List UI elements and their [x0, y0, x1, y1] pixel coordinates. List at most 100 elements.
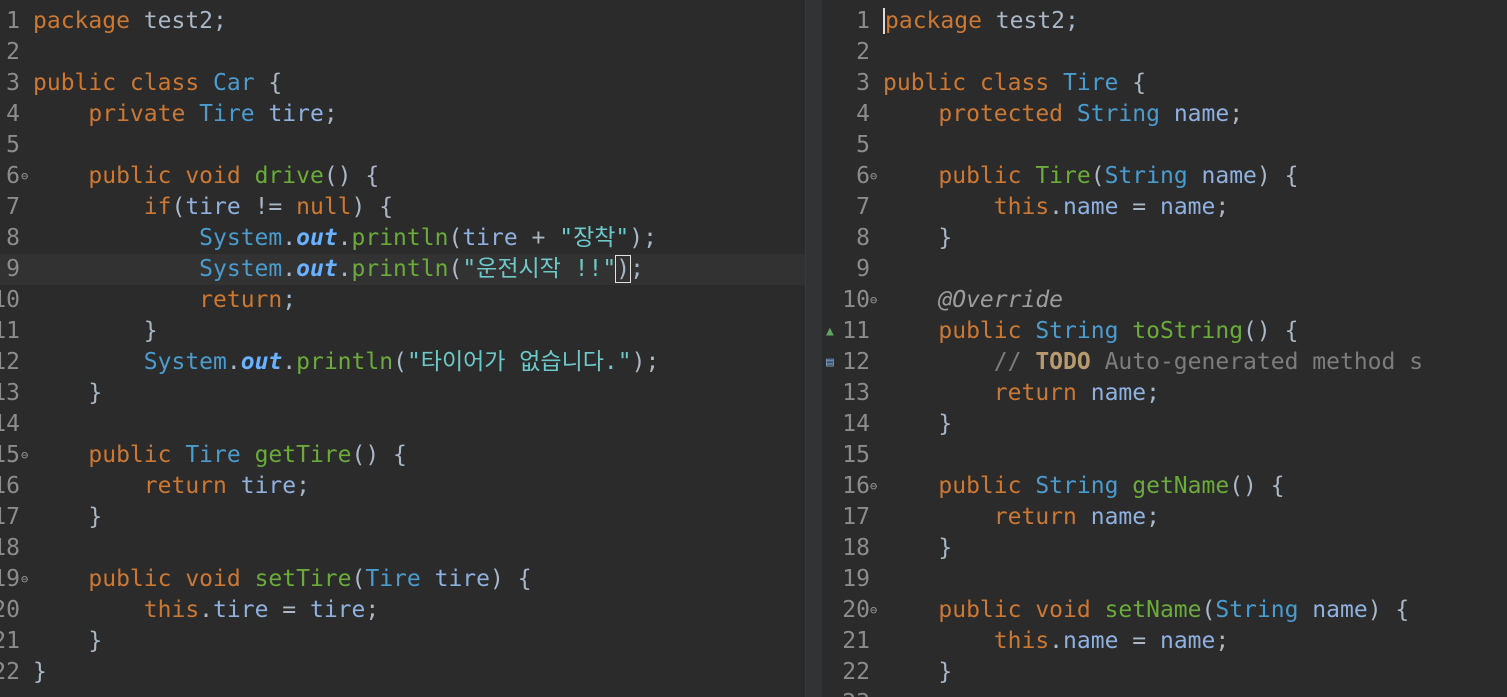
code-line[interactable]: 16 ⊖ public String getName() {	[822, 471, 1507, 502]
left-editor-scrollbar[interactable]	[805, 0, 823, 697]
code-token: }	[883, 225, 953, 251]
code-line[interactable]: 2	[822, 37, 1507, 68]
code-text: return name;	[883, 378, 1160, 409]
code-line[interactable]: 23	[822, 688, 1507, 697]
code-token: drive	[254, 163, 324, 189]
line-number: 4	[6, 101, 20, 127]
code-token: (	[393, 349, 407, 375]
line-number: 7	[6, 194, 20, 220]
code-line[interactable]: 1 package test2;	[0, 6, 805, 37]
code-token: tire	[420, 566, 490, 592]
code-line[interactable]: 22}	[0, 657, 805, 688]
code-token: System	[33, 225, 283, 251]
code-line[interactable]: 10 ⊖ @Override	[822, 285, 1507, 316]
code-line[interactable]: 15⊖ public Tire getTire() {	[0, 440, 805, 471]
code-line[interactable]: 15	[822, 440, 1507, 471]
fold-collapse-icon[interactable]: ⊖	[870, 471, 877, 502]
code-token: println	[351, 256, 449, 282]
code-token: }	[33, 504, 103, 530]
code-token: public	[883, 318, 1036, 344]
code-line[interactable]: 5	[0, 130, 805, 161]
task-icon[interactable]: ▤	[826, 347, 834, 378]
code-line[interactable]: 14 }	[822, 409, 1507, 440]
code-line[interactable]: 3 public class Car {	[0, 68, 805, 99]
code-line[interactable]: 14	[0, 409, 805, 440]
code-line[interactable]: 8 System.out.println(tire + "장착");	[0, 223, 805, 254]
code-line[interactable]: 20 this.tire = tire;	[0, 595, 805, 626]
code-token: (	[171, 194, 186, 220]
code-line[interactable]: 10 return;	[0, 285, 805, 316]
code-line[interactable]: 12 System.out.println("타이어가 없습니다.");	[0, 347, 805, 378]
line-number: 13	[842, 380, 870, 406]
fold-collapse-icon[interactable]: ⊖	[870, 161, 877, 192]
code-line[interactable]: 18 }	[822, 533, 1507, 564]
code-line[interactable]: 6 ⊖ public Tire(String name) {	[822, 161, 1507, 192]
code-line[interactable]: 9 System.out.println("운전시작 !!");	[0, 254, 805, 285]
override-triangle-icon[interactable]: ▲	[826, 316, 834, 347]
code-line[interactable]: 21 }	[0, 626, 805, 657]
code-line[interactable]: 13 return name;	[822, 378, 1507, 409]
line-number: 14	[0, 411, 20, 437]
code-token: (	[351, 566, 366, 592]
code-text: this.tire = tire;	[33, 595, 379, 626]
left-code-editor[interactable]: 1 package test2; 2 3 public class Car {4 pri…	[0, 0, 805, 697]
code-line[interactable]: 12 ▤ // TODO Auto-generated method s	[822, 347, 1507, 378]
code-token: Auto-generated method s	[1090, 349, 1424, 375]
code-line[interactable]: 11 ▲ public String toString() {	[822, 316, 1507, 347]
code-token: this	[883, 194, 1050, 220]
code-line[interactable]: 11 }	[0, 316, 805, 347]
code-token: Car	[213, 70, 255, 96]
right-code-editor[interactable]: 1 package test2; 2 3 public class Tire {4 pr…	[822, 0, 1507, 697]
line-number: 2	[6, 39, 20, 65]
code-token: }	[33, 628, 103, 654]
code-token: "타이어가 없습니다."	[406, 349, 632, 375]
code-line[interactable]: 19⊖ public void setTire(Tire tire) {	[0, 564, 805, 595]
code-line[interactable]: 8 }	[822, 223, 1507, 254]
code-line[interactable]: 17 }	[0, 502, 805, 533]
code-token: .	[282, 349, 297, 375]
code-line[interactable]: 6 ⊖ public void drive() {	[0, 161, 805, 192]
code-token: out	[296, 256, 338, 282]
code-line[interactable]: 5	[822, 130, 1507, 161]
code-token: () {	[1229, 473, 1285, 499]
fold-collapse-icon[interactable]: ⊖	[870, 285, 877, 316]
fold-collapse-icon[interactable]: ⊖	[21, 440, 28, 471]
code-line[interactable]: 4 protected String name;	[822, 99, 1507, 130]
code-line[interactable]: 22 }	[822, 657, 1507, 688]
code-token: public void	[883, 597, 1105, 623]
code-line[interactable]: 20 ⊖ public void setName(String name) {	[822, 595, 1507, 626]
fold-collapse-icon[interactable]: ⊖	[21, 161, 28, 192]
code-line[interactable]: 9	[822, 254, 1507, 285]
code-token: name	[1298, 597, 1368, 623]
fold-collapse-icon[interactable]: ⊖	[21, 564, 28, 595]
code-token: }	[883, 659, 953, 685]
code-token: tire	[254, 101, 324, 127]
code-line[interactable]: 16 return tire;	[0, 471, 805, 502]
code-token: );	[631, 349, 660, 375]
line-number: 9	[6, 256, 20, 282]
fold-collapse-icon[interactable]: ⊖	[870, 595, 877, 626]
code-token: println	[296, 349, 394, 375]
code-line[interactable]: 18	[0, 533, 805, 564]
code-token: }	[883, 535, 953, 561]
code-line[interactable]: 21 this.name = name;	[822, 626, 1507, 657]
code-line[interactable]: 17 return name;	[822, 502, 1507, 533]
code-token: setTire	[254, 566, 352, 592]
code-token: .	[199, 597, 214, 623]
code-token: );	[629, 225, 657, 251]
code-line[interactable]: 2	[0, 37, 805, 68]
code-token: String	[1215, 597, 1299, 623]
code-token: out	[240, 349, 283, 375]
code-line[interactable]: 4 private Tire tire;	[0, 99, 805, 130]
code-token: String	[1035, 473, 1119, 499]
code-line[interactable]: 1 package test2;	[822, 6, 1507, 37]
code-token: =	[1118, 628, 1160, 654]
code-token: public class	[33, 70, 214, 96]
code-token: return	[883, 504, 1091, 530]
code-token: getName	[1118, 473, 1230, 499]
code-line[interactable]: 7 this.name = name;	[822, 192, 1507, 223]
code-line[interactable]: 3 public class Tire {	[822, 68, 1507, 99]
code-line[interactable]: 13 }	[0, 378, 805, 409]
code-line[interactable]: 7 if(tire != null) {	[0, 192, 805, 223]
code-line[interactable]: 19	[822, 564, 1507, 595]
